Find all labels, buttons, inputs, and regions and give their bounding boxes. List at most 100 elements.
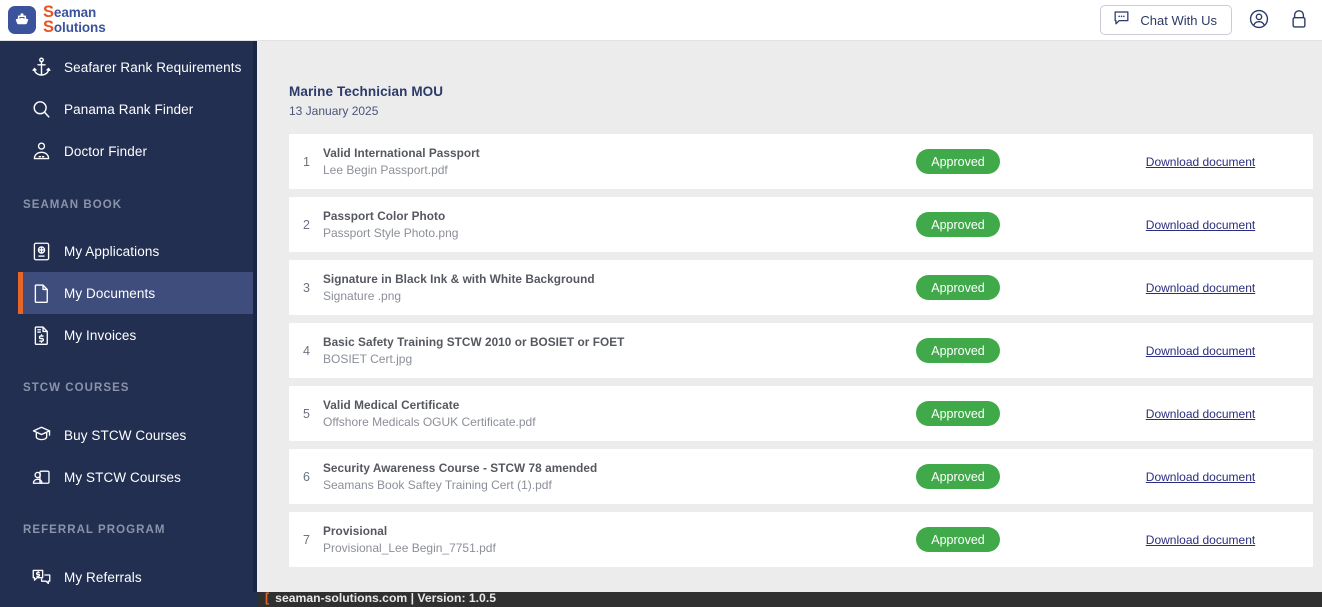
document-filename: Lee Begin Passport.pdf xyxy=(323,163,448,177)
document-title: Security Awareness Course - STCW 78 amen… xyxy=(323,461,598,475)
person-screen-icon xyxy=(18,466,64,489)
document-title: Provisional xyxy=(323,524,388,538)
sidebar-item-label: My STCW Courses xyxy=(64,469,182,485)
download-document-link[interactable]: Download document xyxy=(1146,281,1255,295)
download-document-link[interactable]: Download document xyxy=(1146,218,1255,232)
brand-cap-2: S xyxy=(43,17,54,36)
user-circle-icon xyxy=(1248,8,1270,33)
document-filename: BOSIET Cert.jpg xyxy=(323,352,413,366)
download-document-link[interactable]: Download document xyxy=(1146,344,1255,358)
download-document-link[interactable]: Download document xyxy=(1146,407,1255,421)
row-number: 1 xyxy=(303,154,310,169)
account-button[interactable] xyxy=(1246,7,1272,33)
row-status: Approved xyxy=(828,527,1088,552)
status-bar-text: seaman-solutions.com | Version: 1.0.5 xyxy=(275,592,496,605)
sidebar-item-my-applications[interactable]: My Applications xyxy=(18,230,257,272)
sidebar-item-label: My Referrals xyxy=(64,569,142,585)
sidebar-section-seaman-book: SEAMAN BOOK xyxy=(23,199,123,211)
sidebar-item-panama-rank-finder[interactable]: Panama Rank Finder xyxy=(18,88,257,130)
document-title: Signature in Black Ink & with White Back… xyxy=(323,272,595,286)
status-badge[interactable]: Approved xyxy=(916,149,1000,174)
brand-wordmark: Seaman Solutions xyxy=(43,4,106,36)
table-row[interactable]: 6 Security Awareness Course - STCW 78 am… xyxy=(289,449,1313,504)
chat-bubble-icon xyxy=(1112,8,1131,32)
document-title: Passport Color Photo xyxy=(323,209,446,223)
table-row[interactable]: 4 Basic Safety Training STCW 2010 or BOS… xyxy=(289,323,1313,378)
top-header-bar: Seaman Solutions Chat With Us xyxy=(0,0,1322,41)
brand-rest-1: eaman xyxy=(53,5,97,20)
table-row[interactable]: 3 Signature in Black Ink & with White Ba… xyxy=(289,260,1313,315)
row-info: Provisional Provisional_Lee Begin_7751.p… xyxy=(323,524,828,555)
search-icon xyxy=(18,98,64,121)
row-info: Valid Medical Certificate Offshore Medic… xyxy=(323,398,828,429)
row-number: 5 xyxy=(303,406,310,421)
sidebar-item-my-invoices[interactable]: My Invoices xyxy=(18,314,257,356)
invoice-dollar-icon xyxy=(18,324,64,347)
status-badge[interactable]: Approved xyxy=(916,527,1000,552)
doctor-icon xyxy=(18,140,64,163)
bottom-status-bar: [ seaman-solutions.com | Version: 1.0.5 xyxy=(0,592,1322,607)
app-root: Seaman Solutions Chat With Us Seafarer R… xyxy=(0,0,1322,607)
table-row[interactable]: 7 Provisional Provisional_Lee Begin_7751… xyxy=(289,512,1313,567)
sidebar-item-my-stcw-courses[interactable]: My STCW Courses xyxy=(18,456,257,498)
table-row[interactable]: 2 Passport Color Photo Passport Style Ph… xyxy=(289,197,1313,252)
row-info: Basic Safety Training STCW 2010 or BOSIE… xyxy=(323,335,828,366)
table-row[interactable]: 1 Valid International Passport Lee Begin… xyxy=(289,134,1313,189)
row-info: Security Awareness Course - STCW 78 amen… xyxy=(323,461,828,492)
sidebar-item-label: Seafarer Rank Requirements xyxy=(64,59,242,75)
ship-logo-icon xyxy=(8,6,36,34)
sidebar-item-label: My Applications xyxy=(64,243,160,259)
row-action: Download document xyxy=(1088,344,1313,358)
row-action: Download document xyxy=(1088,218,1313,232)
row-action: Download document xyxy=(1088,470,1313,484)
status-badge[interactable]: Approved xyxy=(916,464,1000,489)
sidebar-item-buy-stcw-courses[interactable]: Buy STCW Courses xyxy=(18,414,257,456)
document-filename: Provisional_Lee Begin_7751.pdf xyxy=(323,541,496,555)
row-status: Approved xyxy=(828,401,1088,426)
row-action: Download document xyxy=(1088,281,1313,295)
row-status: Approved xyxy=(828,149,1088,174)
chat-dollar-icon xyxy=(18,566,64,589)
status-bracket: [ xyxy=(265,592,270,605)
row-status: Approved xyxy=(828,212,1088,237)
sidebar-item-label: Buy STCW Courses xyxy=(64,427,187,443)
row-info: Valid International Passport Lee Begin P… xyxy=(323,146,828,177)
download-document-link[interactable]: Download document xyxy=(1146,155,1255,169)
sidebar-nav: Seafarer Rank Requirements Panama Rank F… xyxy=(0,41,257,607)
row-number: 3 xyxy=(303,280,310,295)
lock-button[interactable] xyxy=(1286,7,1312,33)
download-document-link[interactable]: Download document xyxy=(1146,533,1255,547)
status-badge[interactable]: Approved xyxy=(916,338,1000,363)
row-info: Signature in Black Ink & with White Back… xyxy=(323,272,828,303)
page-date: 13 January 2025 xyxy=(289,104,379,118)
chat-button-label: Chat With Us xyxy=(1140,12,1217,28)
header-actions: Chat With Us xyxy=(1100,5,1322,35)
row-status: Approved xyxy=(828,338,1088,363)
status-bar-content: [ seaman-solutions.com | Version: 1.0.5 xyxy=(258,592,496,604)
main-content: Marine Technician MOU 13 January 2025 1 … xyxy=(257,41,1322,607)
brand-logo[interactable]: Seaman Solutions xyxy=(0,4,106,36)
page-title: Marine Technician MOU xyxy=(289,84,444,99)
download-document-link[interactable]: Download document xyxy=(1146,470,1255,484)
table-row[interactable]: 5 Valid Medical Certificate Offshore Med… xyxy=(289,386,1313,441)
chat-with-us-button[interactable]: Chat With Us xyxy=(1100,5,1232,35)
sidebar-item-my-documents[interactable]: My Documents xyxy=(18,272,257,314)
document-title: Valid Medical Certificate xyxy=(323,398,460,412)
status-badge[interactable]: Approved xyxy=(916,212,1000,237)
sidebar-scrollbar[interactable] xyxy=(253,41,257,607)
sidebar-item-label: My Invoices xyxy=(64,327,137,343)
sidebar-item-doctor-finder[interactable]: Doctor Finder xyxy=(18,130,257,172)
document-icon xyxy=(18,282,64,305)
document-filename: Passport Style Photo.png xyxy=(323,226,459,240)
status-bar-left-gutter xyxy=(0,592,258,607)
row-number: 6 xyxy=(303,469,310,484)
document-filename: Offshore Medicals OGUK Certificate.pdf xyxy=(323,415,536,429)
row-status: Approved xyxy=(828,464,1088,489)
documents-list: 1 Valid International Passport Lee Begin… xyxy=(257,134,1322,567)
graduation-cap-icon xyxy=(18,424,64,447)
sidebar-item-seafarer-rank-requirements[interactable]: Seafarer Rank Requirements xyxy=(18,46,257,88)
row-number: 7 xyxy=(303,532,310,547)
anchor-icon xyxy=(18,56,64,79)
status-badge[interactable]: Approved xyxy=(916,275,1000,300)
status-badge[interactable]: Approved xyxy=(916,401,1000,426)
